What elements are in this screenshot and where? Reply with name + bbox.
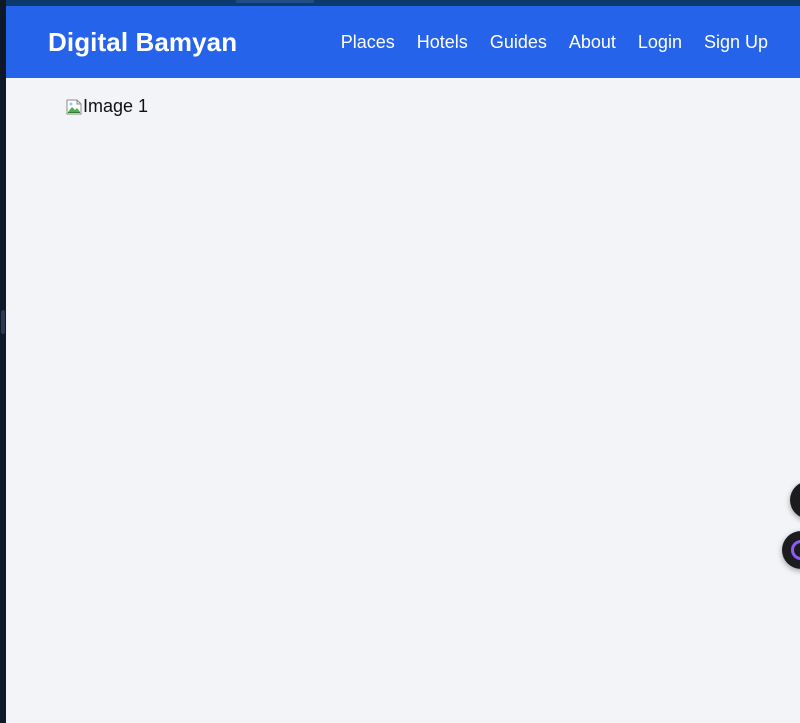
nav-link-places[interactable]: Places (341, 32, 395, 53)
nav-link-login[interactable]: Login (638, 32, 682, 53)
primary-nav: Places Hotels Guides About Login Sign Up (341, 32, 768, 53)
purple-ring-icon (791, 540, 800, 560)
image-alt-text: Image 1 (83, 96, 149, 116)
main-content: Image 1 (6, 78, 800, 723)
image-1: Image 1 (66, 96, 148, 117)
brand-logo-text[interactable]: Digital Bamyan (48, 27, 237, 58)
nav-link-about[interactable]: About (569, 32, 616, 53)
resize-handle[interactable] (1, 310, 5, 334)
site-navbar: Digital Bamyan Places Hotels Guides Abou… (6, 6, 800, 78)
nav-link-sign-up[interactable]: Sign Up (704, 32, 768, 53)
window-top-accent (236, 0, 314, 3)
broken-image-icon (66, 99, 82, 115)
nav-link-guides[interactable]: Guides (490, 32, 547, 53)
nav-link-hotels[interactable]: Hotels (417, 32, 468, 53)
